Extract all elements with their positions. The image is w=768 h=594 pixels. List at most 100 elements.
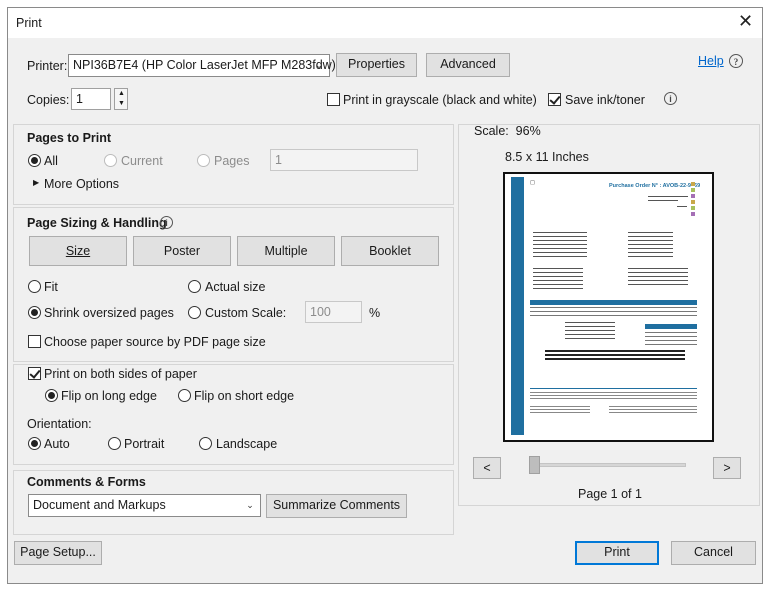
doc-terms-paragraph — [545, 350, 685, 362]
doc-footer-text — [530, 406, 590, 414]
doc-text-line — [677, 206, 687, 207]
doc-sidebar-stripe — [511, 177, 524, 435]
custom-scale-label: Custom Scale: — [205, 306, 287, 320]
doc-text-line — [648, 200, 678, 201]
page-indicator: Page 1 of 1 — [578, 487, 642, 501]
doc-text-line — [648, 196, 688, 197]
short-edge-label: Flip on short edge — [194, 389, 295, 403]
shrink-radio[interactable] — [28, 306, 41, 319]
pages-range-value: 1 — [275, 153, 282, 167]
print-dialog: Print ✕ Printer: NPI36B7E4 (HP Color Las… — [7, 7, 763, 584]
orientation-label: Orientation: — [27, 417, 92, 431]
orientation-auto-radio[interactable] — [28, 437, 41, 450]
fit-radio[interactable] — [28, 280, 41, 293]
multiple-button[interactable]: Multiple — [237, 236, 335, 266]
copies-value: 1 — [76, 92, 83, 106]
orientation-portrait-label: Portrait — [124, 437, 165, 451]
copies-label: Copies: — [27, 93, 70, 107]
doc-color-swatches — [691, 182, 695, 218]
doc-table-rows — [530, 307, 697, 319]
chevron-down-icon: ⌄ — [246, 500, 254, 510]
doc-contact-block — [533, 268, 583, 292]
comments-forms-selected-value: Document and Markups — [33, 498, 166, 512]
doc-total-rows — [645, 332, 697, 346]
actual-size-radio[interactable] — [188, 280, 201, 293]
info-icon[interactable]: i — [664, 92, 677, 105]
page-preview: ◻ Purchase Order N° : AVOB-22-9669 — [503, 172, 714, 442]
paper-size-label: 8.5 x 11 Inches — [505, 150, 589, 164]
pages-current-label: Current — [121, 154, 163, 168]
close-icon[interactable]: ✕ — [738, 12, 753, 30]
copies-input[interactable]: 1 — [71, 88, 111, 110]
chevron-down-icon: ⌄ — [315, 60, 323, 70]
paper-source-checkbox[interactable] — [28, 335, 41, 348]
percent-label: % — [369, 306, 381, 320]
save-ink-checkbox[interactable] — [548, 93, 561, 106]
doc-table-header — [530, 300, 697, 305]
long-edge-label: Flip on long edge — [61, 389, 157, 403]
doc-logo-icon: ◻ — [530, 180, 535, 186]
page-slider-track[interactable] — [532, 463, 686, 467]
page-sizing-title: Page Sizing & Handling — [27, 216, 167, 230]
orientation-portrait-radio[interactable] — [108, 437, 121, 450]
next-page-button[interactable]: > — [713, 457, 741, 479]
copies-stepper[interactable]: ▲ ▼ — [114, 88, 128, 110]
comments-forms-title: Comments & Forms — [27, 475, 146, 489]
pages-range-radio[interactable] — [197, 154, 210, 167]
custom-scale-value: 100 — [310, 305, 331, 319]
advanced-button[interactable]: Advanced — [426, 53, 510, 77]
comments-forms-select[interactable]: Document and Markups ⌄ — [28, 494, 261, 517]
more-options-label[interactable]: More Options — [44, 177, 119, 191]
pages-current-radio[interactable] — [104, 154, 117, 167]
doc-footer-rule — [530, 388, 697, 389]
custom-scale-input[interactable]: 100 — [305, 301, 362, 323]
grayscale-label: Print in grayscale (black and white) — [343, 93, 537, 107]
orientation-landscape-radio[interactable] — [199, 437, 212, 450]
caret-right-icon[interactable]: ▶ — [33, 178, 39, 187]
booklet-button[interactable]: Booklet — [341, 236, 439, 266]
paper-source-label: Choose paper source by PDF page size — [44, 335, 266, 349]
doc-total-header — [645, 324, 697, 329]
both-sides-checkbox[interactable] — [28, 367, 41, 380]
short-edge-radio[interactable] — [178, 389, 191, 402]
dialog-title: Print — [16, 16, 42, 30]
help-question-icon[interactable]: ? — [729, 54, 743, 68]
printer-label: Printer: — [27, 59, 68, 73]
save-ink-label: Save ink/toner — [565, 93, 645, 107]
page-setup-button[interactable]: Page Setup... — [14, 541, 102, 565]
page-slider-thumb[interactable] — [529, 456, 540, 474]
pages-all-radio[interactable] — [28, 154, 41, 167]
doc-heading: Purchase Order N° : AVOB-22-9669 — [609, 183, 701, 189]
pages-range-label: Pages — [214, 154, 250, 168]
properties-button[interactable]: Properties — [336, 53, 417, 77]
scale-readout: Scale: 96% — [474, 124, 541, 138]
pages-range-input[interactable]: 1 — [270, 149, 418, 171]
long-edge-radio[interactable] — [45, 389, 58, 402]
custom-scale-radio[interactable] — [188, 306, 201, 319]
doc-notes-block — [565, 322, 615, 342]
shrink-label: Shrink oversized pages — [44, 306, 174, 320]
doc-footer-text — [530, 392, 697, 400]
printer-selected-value: NPI36B7E4 (HP Color LaserJet MFP M283fdw… — [73, 58, 336, 72]
doc-address-block — [533, 232, 587, 260]
orientation-landscape-label: Landscape — [216, 437, 278, 451]
pages-all-label: All — [44, 154, 58, 168]
poster-button[interactable]: Poster — [133, 236, 231, 266]
printer-select[interactable]: NPI36B7E4 (HP Color LaserJet MFP M283fdw… — [68, 54, 336, 77]
prev-page-button[interactable]: < — [473, 457, 501, 479]
stepper-down-icon[interactable]: ▼ — [118, 99, 125, 109]
summarize-comments-button[interactable]: Summarize Comments — [266, 494, 407, 518]
grayscale-checkbox[interactable] — [327, 93, 340, 106]
help-link[interactable]: Help — [698, 54, 724, 68]
print-button[interactable]: Print — [575, 541, 659, 565]
doc-footer-text — [609, 406, 697, 414]
size-button[interactable]: Size — [29, 236, 127, 266]
pages-to-print-title: Pages to Print — [27, 131, 112, 145]
title-bar: Print ✕ — [8, 8, 762, 38]
doc-address-block — [628, 232, 673, 258]
stepper-up-icon[interactable]: ▲ — [118, 89, 125, 99]
orientation-auto-label: Auto — [44, 437, 70, 451]
cancel-button[interactable]: Cancel — [671, 541, 756, 565]
both-sides-label: Print on both sides of paper — [44, 367, 197, 381]
info-icon[interactable]: i — [160, 216, 173, 229]
